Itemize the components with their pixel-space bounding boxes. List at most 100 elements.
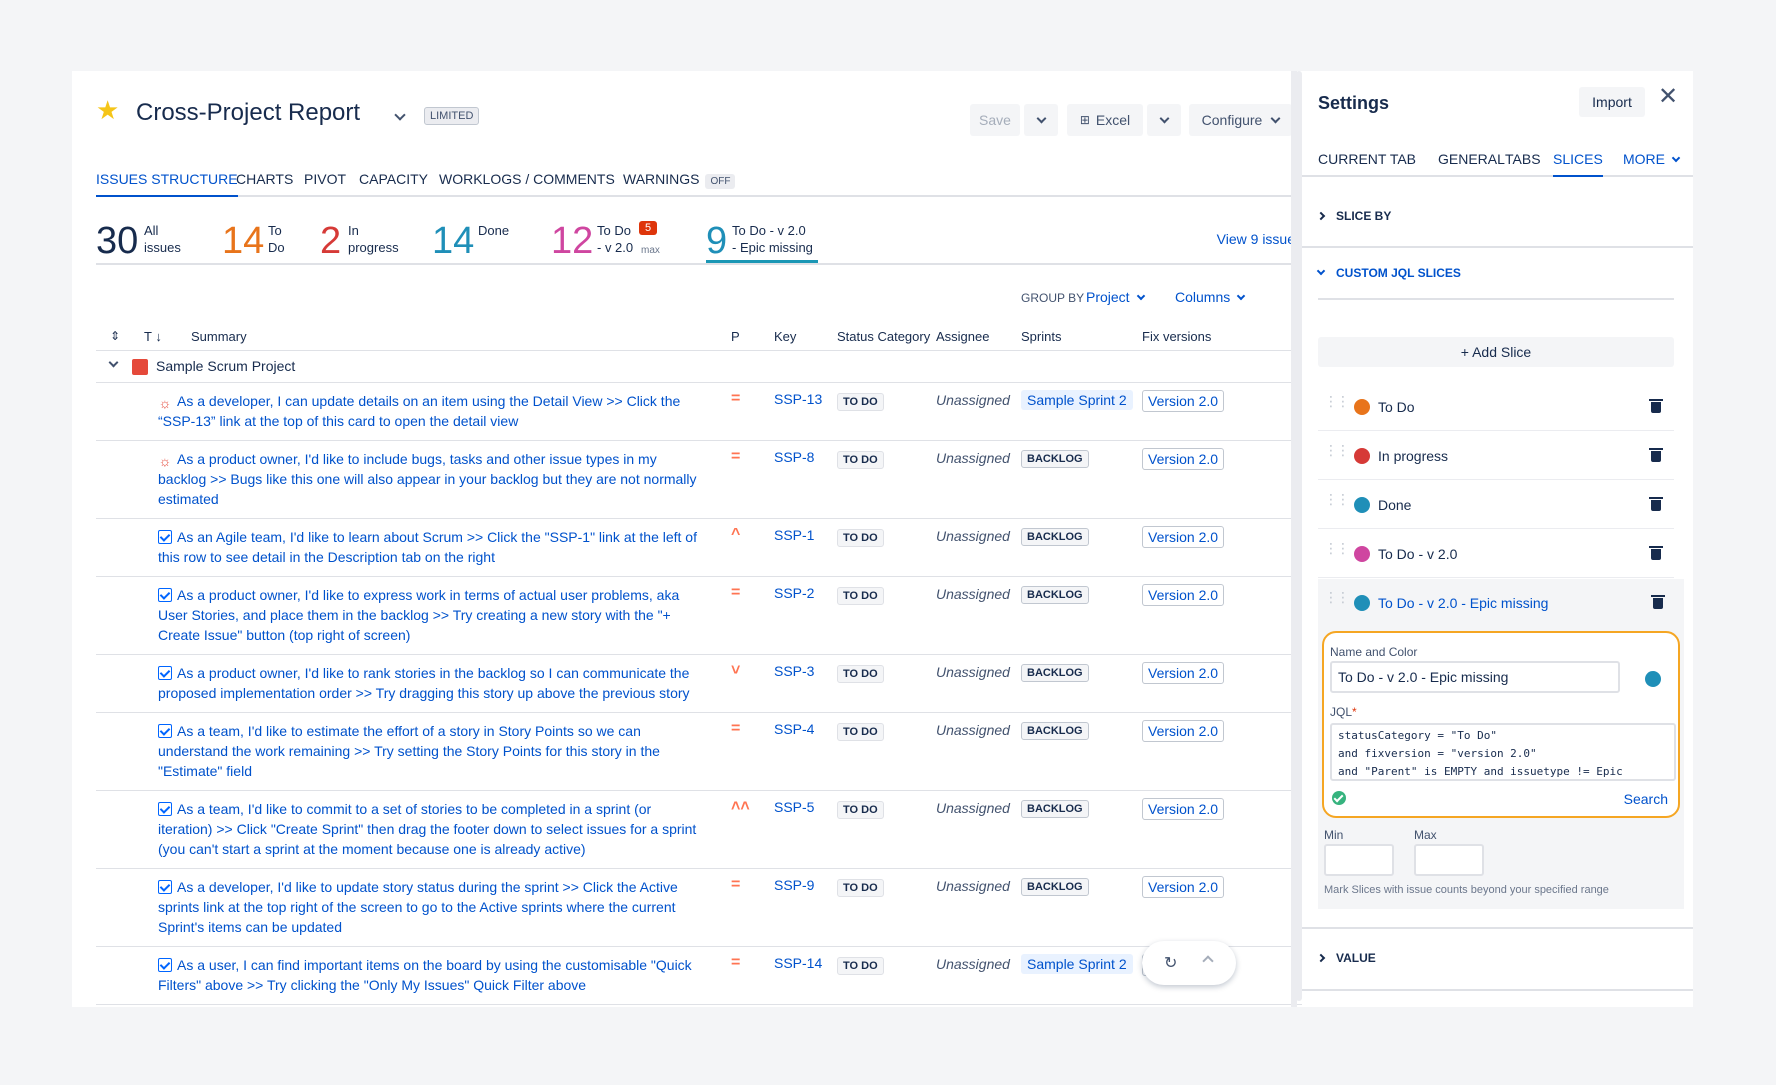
custom-jql-section[interactable]: CUSTOM JQL SLICES	[1302, 266, 1693, 302]
settings-tab-tabs[interactable]: TABS	[1505, 151, 1541, 175]
max-input[interactable]	[1414, 844, 1484, 876]
panel-divider[interactable]	[1291, 71, 1297, 1007]
sprint-link[interactable]: Sample Sprint 2	[1021, 954, 1133, 974]
settings-tab-general[interactable]: GENERAL	[1438, 151, 1505, 175]
columns-button[interactable]: Columns	[1175, 289, 1246, 305]
trash-icon[interactable]	[1649, 497, 1663, 511]
slice-row[interactable]: ⋮⋮ To Do	[1318, 383, 1674, 431]
trash-icon[interactable]	[1651, 595, 1665, 609]
report-title[interactable]: Cross-Project Report	[136, 99, 360, 127]
drag-handle-icon[interactable]: ⋮⋮	[1324, 443, 1350, 457]
stat-epic-missing[interactable]: 9 To Do - v 2.0 - Epic missing	[706, 217, 818, 263]
tab-capacity[interactable]: CAPACITY	[359, 171, 428, 195]
fix-version-link[interactable]: Version 2.0	[1142, 798, 1225, 820]
color-picker[interactable]	[1645, 671, 1661, 687]
sprints-header[interactable]: Sprints	[1021, 329, 1061, 344]
stat-to-do-v2[interactable]: 12 To Do - v 2.0 5 max	[551, 217, 691, 263]
fix-version-link[interactable]: Version 2.0	[1142, 584, 1225, 606]
fix-version-link[interactable]: Version 2.0	[1142, 526, 1225, 548]
tab-pivot[interactable]: PIVOT	[304, 171, 346, 195]
tab-issues-structure[interactable]: ISSUES STRUCTURE	[96, 171, 238, 197]
search-link[interactable]: Search	[1624, 791, 1668, 807]
close-icon[interactable]: ✕	[1658, 83, 1678, 111]
jql-textarea[interactable]: statusCategory = "To Do" and fixversion …	[1330, 723, 1676, 781]
drag-handle-icon[interactable]: ⋮⋮	[1324, 541, 1350, 555]
configure-button[interactable]: Configure	[1189, 104, 1292, 136]
table-row[interactable]: As a developer, I'd like to update story…	[96, 869, 1302, 947]
issue-key-link[interactable]: SSP-1	[774, 527, 814, 543]
summary-cell[interactable]: As a team, I'd like to commit to a set o…	[158, 799, 698, 859]
slice-name-input[interactable]: To Do - v 2.0 - Epic missing	[1330, 661, 1620, 693]
summary-cell[interactable]: ☼ As a product owner, I'd like to include…	[158, 449, 698, 509]
drag-handle-icon[interactable]: ⋮⋮	[1324, 394, 1350, 408]
fix-version-link[interactable]: Version 2.0	[1142, 390, 1225, 412]
expand-collapse-icon[interactable]: ⇕	[110, 329, 120, 343]
save-dropdown-button[interactable]	[1024, 104, 1058, 136]
group-row[interactable]: Sample Scrum Project	[96, 351, 1302, 383]
fix-version-link[interactable]: Version 2.0	[1142, 662, 1225, 684]
summary-cell[interactable]: As a product owner, I'd like to express …	[158, 585, 698, 645]
fix-version-link[interactable]: Version 2.0	[1142, 448, 1225, 470]
issue-key-link[interactable]: SSP-9	[774, 877, 814, 893]
stat-done[interactable]: 14 Done	[432, 217, 532, 263]
summary-cell[interactable]: As a product owner, I'd like to rank sto…	[158, 663, 698, 703]
trash-icon[interactable]	[1649, 399, 1663, 413]
summary-cell[interactable]: ☼ As a developer, I can update details on…	[158, 391, 698, 431]
sort-type-button[interactable]: T ↓	[144, 329, 162, 344]
tab-worklogs-comments[interactable]: WORKLOGS / COMMENTS	[439, 171, 615, 195]
fix-version-link[interactable]: Version 2.0	[1142, 876, 1225, 898]
stat-in-progress[interactable]: 2 In progress	[320, 217, 420, 263]
fix-versions-header[interactable]: Fix versions	[1142, 329, 1211, 344]
settings-tab-slices[interactable]: SLICES	[1553, 151, 1603, 177]
table-row[interactable]: As a product owner, I'd like to express …	[96, 577, 1302, 655]
issue-key-link[interactable]: SSP-14	[774, 955, 822, 971]
chevron-down-icon[interactable]	[108, 357, 119, 368]
add-slice-button[interactable]: + Add Slice	[1318, 337, 1674, 367]
table-row[interactable]: ☼ As a developer, I can update details on…	[96, 383, 1302, 441]
star-icon[interactable]: ★	[96, 97, 119, 123]
chevron-down-icon[interactable]	[394, 109, 406, 121]
slice-row-active[interactable]: ⋮⋮ To Do - v 2.0 - Epic missing	[1318, 579, 1684, 627]
chevron-up-icon[interactable]	[1202, 955, 1214, 967]
tab-warnings[interactable]: WARNINGS OFF	[623, 171, 736, 197]
issue-key-link[interactable]: SSP-13	[774, 391, 822, 407]
summary-cell[interactable]: As a user, I can find important items on…	[158, 955, 698, 995]
trash-icon[interactable]	[1649, 448, 1663, 462]
issue-key-link[interactable]: SSP-5	[774, 799, 814, 815]
table-row[interactable]: As an Agile team, I'd like to learn abou…	[96, 519, 1302, 577]
min-input[interactable]	[1324, 844, 1394, 876]
slice-row[interactable]: ⋮⋮ Done	[1318, 481, 1674, 529]
key-header[interactable]: Key	[774, 329, 796, 344]
issue-key-link[interactable]: SSP-2	[774, 585, 814, 601]
priority-header[interactable]: P	[731, 329, 740, 344]
settings-tab-current[interactable]: CURRENT TAB	[1318, 151, 1416, 175]
summary-header[interactable]: Summary	[191, 329, 247, 344]
issue-key-link[interactable]: SSP-3	[774, 663, 814, 679]
trash-icon[interactable]	[1649, 546, 1663, 560]
drag-handle-icon[interactable]: ⋮⋮	[1324, 492, 1350, 506]
import-button[interactable]: Import	[1579, 87, 1645, 117]
sprint-link[interactable]: Sample Sprint 2	[1021, 390, 1133, 410]
value-section[interactable]: VALUE	[1302, 951, 1693, 981]
assignee-header[interactable]: Assignee	[936, 329, 989, 344]
slice-by-section[interactable]: SLICE BY	[1302, 209, 1693, 249]
slice-row[interactable]: ⋮⋮ In progress	[1318, 432, 1674, 480]
table-row[interactable]: As a team, I'd like to estimate the effo…	[96, 713, 1302, 791]
table-row[interactable]: As a product owner, I'd like to rank sto…	[96, 655, 1302, 713]
summary-cell[interactable]: As a team, I'd like to estimate the effo…	[158, 721, 698, 781]
summary-cell[interactable]: As an Agile team, I'd like to learn abou…	[158, 527, 698, 567]
table-row[interactable]: As a user, I can find important items on…	[96, 947, 1302, 1005]
stat-all-issues[interactable]: 30 All issues	[96, 217, 196, 263]
tab-charts[interactable]: CHARTS	[236, 171, 293, 195]
fix-version-link[interactable]: Version 2.0	[1142, 720, 1225, 742]
status-header[interactable]: Status Category	[837, 329, 930, 344]
settings-tab-more[interactable]: MORE	[1623, 151, 1681, 175]
group-by-select[interactable]: Project	[1086, 289, 1145, 305]
slice-row[interactable]: ⋮⋮ To Do - v 2.0	[1318, 530, 1674, 578]
issue-key-link[interactable]: SSP-8	[774, 449, 814, 465]
refresh-icon[interactable]: ↻	[1164, 953, 1177, 973]
stat-to-do[interactable]: 14 To Do	[222, 217, 302, 263]
view-issues-link[interactable]: View 9 issues	[1217, 231, 1302, 247]
excel-dropdown-button[interactable]	[1147, 104, 1181, 136]
summary-cell[interactable]: As a developer, I'd like to update story…	[158, 877, 698, 937]
